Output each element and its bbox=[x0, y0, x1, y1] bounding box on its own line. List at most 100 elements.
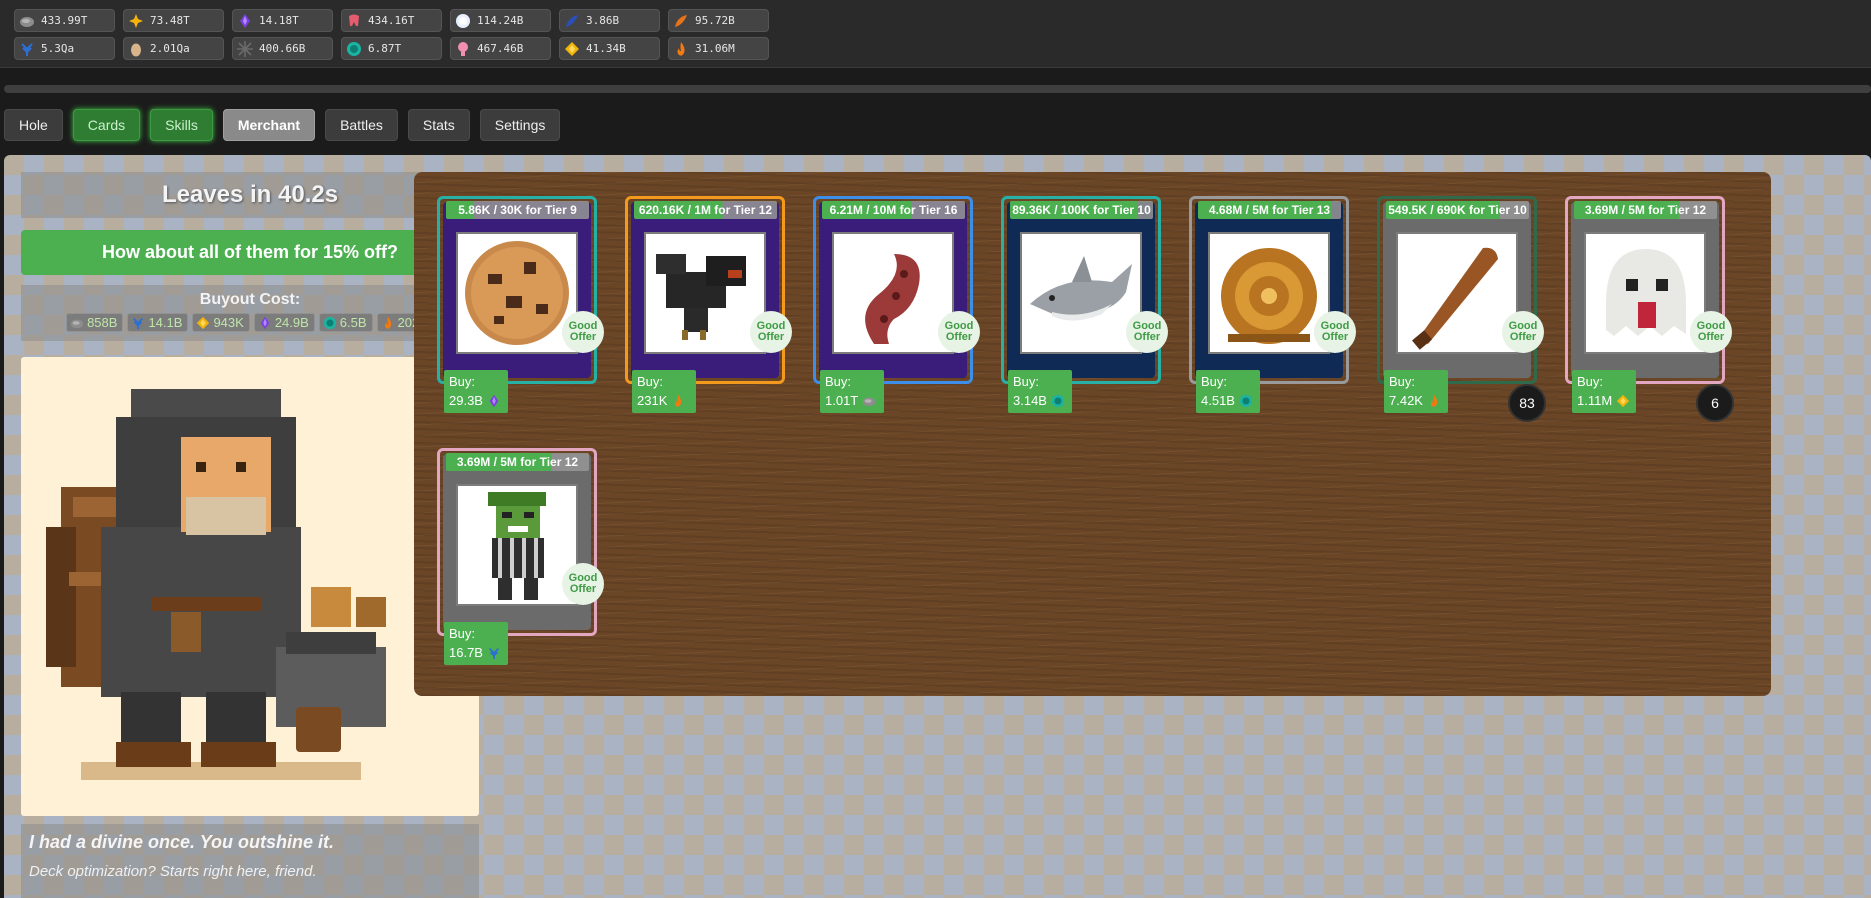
tab-battles[interactable]: Battles bbox=[325, 109, 398, 141]
tooth-icon bbox=[346, 13, 362, 29]
merchant-card-board: 5.86K / 30K for Tier 9 Good Offer Buy: 29.3… bbox=[414, 172, 1771, 696]
tab-hole[interactable]: Hole bbox=[4, 109, 63, 141]
resource-value: 433.99T bbox=[41, 14, 88, 27]
hooded-merchant-art bbox=[46, 389, 386, 780]
card-tier-progress: 549.5K / 690K for Tier 10 bbox=[1386, 201, 1529, 219]
white-orb-icon bbox=[455, 13, 471, 29]
buy-button[interactable]: Buy: 4.51B bbox=[1196, 370, 1260, 413]
tab-skills[interactable]: Skills bbox=[150, 109, 213, 141]
buy-button[interactable]: Buy: 231K bbox=[632, 370, 696, 413]
teal-orb-icon bbox=[1239, 394, 1253, 408]
resource-value: 3.86B bbox=[586, 14, 620, 27]
buyout-cost-chip: 6.5B bbox=[318, 313, 373, 332]
gold-gem-icon bbox=[196, 316, 210, 330]
resource-counter: 73.48T bbox=[123, 9, 224, 32]
buyout-offer-button[interactable]: How about all of them for 15% off? bbox=[21, 230, 479, 275]
buy-label: Buy: bbox=[1201, 374, 1228, 389]
merchant-dialogue: I had a divine once. You outshine it. De… bbox=[21, 824, 479, 898]
good-offer-badge: Good Offer bbox=[938, 311, 980, 353]
flame-icon bbox=[673, 41, 689, 57]
buy-price-value: 3.14B bbox=[1013, 393, 1047, 408]
resource-counter: 41.34B bbox=[559, 37, 660, 60]
gold-star-icon bbox=[128, 13, 144, 29]
resource-counter: 2.01Qa bbox=[123, 37, 224, 60]
card-tier-progress: 89.36K / 100K for Tier 10 bbox=[1010, 201, 1153, 219]
resource-value: 467.46B bbox=[477, 42, 524, 55]
resource-counter: 433.99T bbox=[14, 9, 115, 32]
orange-feather-icon bbox=[673, 13, 689, 29]
tab-settings[interactable]: Settings bbox=[479, 109, 561, 141]
merchant-page: Leaves in 40.2s How about all of them fo… bbox=[4, 155, 1871, 898]
main-nav: Hole Cards Skills Merchant Battles Stats… bbox=[4, 109, 561, 141]
resource-counter: 400.66B bbox=[232, 37, 333, 60]
resource-grid: 433.99T 73.48T 14.18T 434.16T 114.24B 3.86B 95… bbox=[14, 9, 769, 60]
merchant-card[interactable]: 5.86K / 30K for Tier 9 Good Offer Buy: 29.3… bbox=[437, 196, 604, 413]
merchant-card[interactable]: 3.69M / 5M for Tier 12 Good Offer Buy: 1.11… bbox=[1565, 196, 1734, 422]
buy-button[interactable]: Buy: 1.01T bbox=[820, 370, 884, 413]
buyout-cost-chip: 858B bbox=[66, 313, 124, 332]
resource-value: 114.24B bbox=[477, 14, 524, 27]
teal-orb-icon bbox=[1051, 394, 1065, 408]
merchant-timer: Leaves in 40.2s bbox=[21, 172, 479, 218]
resource-counter: 14.18T bbox=[232, 9, 333, 32]
merchant-card[interactable]: 3.69M / 5M for Tier 12 Good Offer Buy: 16.7… bbox=[437, 448, 604, 665]
merchant-card[interactable]: 549.5K / 690K for Tier 10 Good Offer Buy: 7… bbox=[1377, 196, 1546, 422]
cookie-art bbox=[456, 232, 578, 354]
buy-price-value: 16.7B bbox=[449, 645, 483, 660]
buy-price: 7.42K bbox=[1389, 393, 1443, 408]
resource-value: 95.72B bbox=[695, 14, 735, 27]
buy-button[interactable]: Buy: 29.3B bbox=[444, 370, 508, 413]
buyout-cost-panel: Buyout Cost: 858B 14.1B 943K 24.9B 6.5B 202K bbox=[21, 285, 479, 341]
tab-stats[interactable]: Stats bbox=[407, 109, 470, 141]
buy-button[interactable]: Buy: 16.7B bbox=[444, 622, 508, 665]
buy-label: Buy: bbox=[449, 374, 476, 389]
card-tier-progress: 3.69M / 5M for Tier 12 bbox=[1574, 201, 1717, 219]
resource-value: 2.01Qa bbox=[150, 42, 190, 55]
buy-price-value: 29.3B bbox=[449, 393, 483, 408]
good-offer-badge: Good Offer bbox=[562, 311, 604, 353]
buyout-cost-value: 24.9B bbox=[274, 315, 309, 330]
card-tier-progress: 6.21M / 10M for Tier 16 bbox=[822, 201, 965, 219]
buy-price-value: 1.01T bbox=[825, 393, 859, 408]
flame-icon bbox=[671, 394, 685, 408]
resource-counter: 467.46B bbox=[450, 37, 551, 60]
merchant-card[interactable]: 620.16K / 1M for Tier 12 Good Offer Buy: 23… bbox=[625, 196, 792, 413]
merchant-card[interactable]: 4.68M / 5M for Tier 13 Good Offer Buy: 4.51… bbox=[1189, 196, 1356, 413]
blue-coral-icon bbox=[131, 316, 145, 330]
card-tier-progress: 3.69M / 5M for Tier 12 bbox=[446, 453, 589, 471]
buy-button[interactable]: Buy: 1.11M bbox=[1572, 370, 1636, 413]
blue-coral-icon bbox=[487, 646, 501, 660]
tab-cards[interactable]: Cards bbox=[72, 109, 141, 141]
pink-blob-icon bbox=[455, 41, 471, 57]
card-tier-progress: 5.86K / 30K for Tier 9 bbox=[446, 201, 589, 219]
resource-value: 73.48T bbox=[150, 14, 190, 27]
buy-price: 1.11M bbox=[1577, 393, 1631, 408]
buyout-cost-chip: 24.9B bbox=[253, 313, 315, 332]
card-tier-progress: 4.68M / 5M for Tier 13 bbox=[1198, 201, 1341, 219]
merchant-card[interactable]: 6.21M / 10M for Tier 16 Good Offer Buy: 1.0… bbox=[813, 196, 980, 413]
tab-merchant[interactable]: Merchant bbox=[222, 109, 316, 141]
buy-price-value: 231K bbox=[637, 393, 668, 408]
merchant-card[interactable]: 89.36K / 100K for Tier 10 Good Offer Buy: 3… bbox=[1001, 196, 1168, 413]
buyout-cost-value: 14.1B bbox=[148, 315, 183, 330]
good-offer-badge: Good Offer bbox=[750, 311, 792, 353]
card-tier-progress: 620.16K / 1M for Tier 12 bbox=[634, 201, 777, 219]
good-offer-badge: Good Offer bbox=[562, 563, 604, 605]
buy-button[interactable]: Buy: 3.14B bbox=[1008, 370, 1072, 413]
resource-counter: 5.3Qa bbox=[14, 37, 115, 60]
buyout-title: Buyout Cost: bbox=[199, 291, 301, 308]
purple-gem-icon bbox=[487, 394, 501, 408]
buyout-cost-chip: 14.1B bbox=[127, 313, 189, 332]
buy-price: 29.3B bbox=[449, 393, 503, 408]
resource-counter: 6.87T bbox=[341, 37, 442, 60]
good-offer-badge: Good Offer bbox=[1314, 311, 1356, 353]
buy-button[interactable]: Buy: 7.42K bbox=[1384, 370, 1448, 413]
ghost-art bbox=[1584, 232, 1706, 354]
resource-counter: 95.72B bbox=[668, 9, 769, 32]
owned-count-badge: 6 bbox=[1696, 384, 1734, 422]
egg-icon bbox=[128, 41, 144, 57]
resource-value: 14.18T bbox=[259, 14, 299, 27]
resource-bar: 433.99T 73.48T 14.18T 434.16T 114.24B 3.86B 95… bbox=[0, 0, 1871, 68]
buyout-cost-chip: 943K bbox=[192, 313, 250, 332]
blue-coral-icon bbox=[19, 41, 35, 57]
